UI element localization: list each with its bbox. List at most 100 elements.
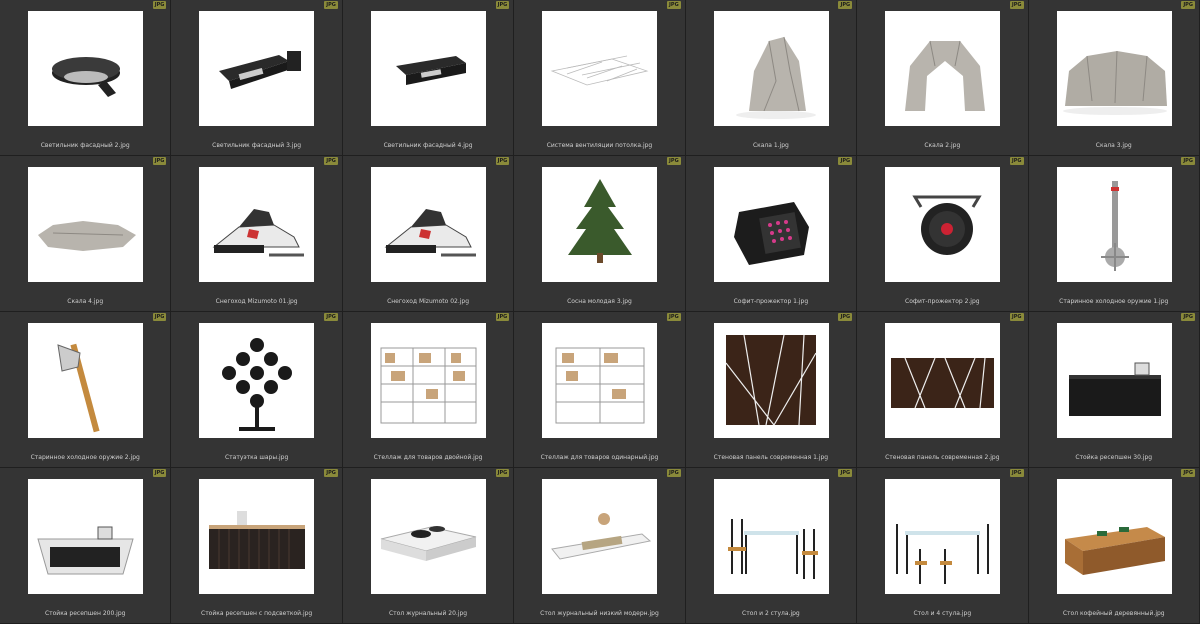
file-thumbnail-15[interactable]: JPG Старинное холодное оружие 2.jpg (0, 312, 172, 468)
file-thumbnail-12[interactable]: JPG Софит-прожектор 1.jpg (685, 156, 858, 312)
wall-lamp-round-icon (28, 11, 143, 126)
file-name: Снегоход Mizumoto 01.jpg (215, 298, 298, 305)
par-light-icon (885, 167, 1001, 282)
snowmobile-icon (199, 167, 315, 282)
file-thumbnail-27[interactable]: JPG Стол и 4 стула.jpg (857, 468, 1029, 624)
file-type-badge: JPG (838, 469, 853, 477)
file-type-badge: JPG (838, 157, 853, 165)
coffee-table-low-icon (542, 479, 658, 594)
file-thumbnail-6[interactable]: JPG Скала 2.jpg (857, 0, 1029, 156)
file-name: Стол кофейный деревянный.jpg (1062, 610, 1165, 617)
file-type-badge: JPG (1009, 313, 1024, 321)
file-name: Стол и 4 стула.jpg (913, 610, 972, 617)
file-type-badge: JPG (1009, 469, 1024, 477)
file-thumbnail-14[interactable]: JPG Старинное холодное оружие 1.jpg (1028, 156, 1200, 312)
file-thumbnail-21[interactable]: JPG Стойка ресепшен 30.jpg (1028, 312, 1200, 468)
file-type-badge: JPG (152, 469, 167, 477)
led-projector-icon (713, 167, 829, 282)
file-thumbnail-11[interactable]: JPG Сосна молодая 3.jpg (514, 156, 686, 312)
file-name: Стойка ресепшен 30.jpg (1075, 454, 1153, 461)
file-thumbnail-3[interactable]: JPG Светильник фасадный 4.jpg (342, 0, 515, 156)
file-type-badge: JPG (838, 1, 853, 9)
file-name: Стол журнальный низкий модерн.jpg (540, 610, 659, 617)
file-type-badge: JPG (1009, 157, 1024, 165)
file-name: Стеновая панель современная 1.jpg (713, 454, 829, 461)
file-type-badge: JPG (495, 313, 510, 321)
reception-desk-lit-icon (199, 479, 315, 594)
mace-icon (1056, 167, 1172, 282)
file-thumbnail-7[interactable]: JPG Скала 3.jpg (1028, 0, 1200, 156)
file-thumbnail-4[interactable]: JPG Система вентиляции потолка.jpg (514, 0, 686, 156)
file-name: Светильник фасадный 3.jpg (212, 142, 302, 149)
file-name: Стол и 2 стула.jpg (742, 610, 800, 617)
file-type-badge: JPG (667, 157, 681, 165)
shelf-single-icon (542, 323, 658, 438)
file-name: Сосна молодая 3.jpg (567, 298, 632, 305)
file-thumbnail-1[interactable]: JPG Светильник фасадный 2.jpg (0, 0, 172, 156)
file-type-badge: JPG (667, 469, 681, 477)
file-thumbnail-19[interactable]: JPG Стеновая панель современная 1.jpg (685, 312, 858, 468)
file-type-badge: JPG (667, 313, 681, 321)
shelf-double-icon (370, 323, 486, 438)
snowmobile-icon (370, 167, 486, 282)
wall-panel-square-icon (713, 323, 829, 438)
table-2-chairs-icon (713, 479, 829, 594)
file-thumbnail-9[interactable]: JPG Снегоход Mizumoto 01.jpg (171, 156, 343, 312)
file-name: Скала 2.jpg (924, 142, 961, 149)
file-name: Скала 4.jpg (67, 298, 104, 305)
reception-desk-white-icon (28, 479, 143, 594)
file-type-badge: JPG (1181, 313, 1195, 321)
file-thumbnail-23[interactable]: JPG Стойка ресепшен с подсветкой.jpg (171, 468, 343, 624)
rock-wide-icon (1056, 11, 1172, 126)
file-name: Светильник фасадный 2.jpg (40, 142, 130, 149)
file-type-badge: JPG (152, 1, 167, 9)
file-type-badge: JPG (1181, 1, 1195, 9)
file-thumbnail-20[interactable]: JPG Стеновая панель современная 2.jpg (857, 312, 1029, 468)
file-thumbnail-10[interactable]: JPG Снегоход Mizumoto 02.jpg (342, 156, 515, 312)
file-type-badge: JPG (152, 313, 167, 321)
file-thumbnail-24[interactable]: JPG Стол журнальный 20.jpg (342, 468, 515, 624)
wooden-coffee-table-icon (1056, 479, 1172, 594)
file-name: Стеллаж для товаров одинарный.jpg (540, 454, 659, 461)
file-thumbnail-22[interactable]: JPG Стойка ресепшен 200.jpg (0, 468, 172, 624)
file-thumbnail-8[interactable]: JPG Скала 4.jpg (0, 156, 172, 312)
file-thumbnail-25[interactable]: JPG Стол журнальный низкий модерн.jpg (514, 468, 686, 624)
reception-desk-black-icon (1056, 323, 1172, 438)
file-type-badge: JPG (324, 157, 338, 165)
file-thumbnail-5[interactable]: JPG Скала 1.jpg (685, 0, 858, 156)
file-name: Стеллаж для товаров двойной.jpg (373, 454, 483, 461)
rock-icon (713, 11, 829, 126)
rock-flat-icon (28, 167, 143, 282)
wall-lamp-box-icon (370, 11, 486, 126)
file-name: Стеновая панель современная 2.jpg (885, 454, 1000, 461)
file-name: Софит-прожектор 2.jpg (905, 298, 980, 305)
file-type-badge: JPG (1009, 1, 1024, 9)
coffee-table-white-icon (370, 479, 486, 594)
wall-panel-wide-icon (885, 323, 1001, 438)
file-thumbnail-17[interactable]: JPG Стеллаж для товаров двойной.jpg (342, 312, 515, 468)
wall-lamp-flood-icon (199, 11, 315, 126)
file-name: Скала 1.jpg (752, 142, 789, 149)
file-thumbnail-18[interactable]: JPG Стеллаж для товаров одинарный.jpg (514, 312, 686, 468)
file-name: Статуэтка шары.jpg (224, 454, 289, 461)
file-type-badge: JPG (324, 313, 338, 321)
pine-tree-icon (542, 167, 658, 282)
file-type-badge: JPG (1181, 469, 1195, 477)
file-thumbnail-13[interactable]: JPG Софит-прожектор 2.jpg (857, 156, 1029, 312)
file-name: Старинное холодное оружие 1.jpg (1059, 298, 1169, 305)
file-type-badge: JPG (495, 157, 510, 165)
file-name: Стойка ресепшен 200.jpg (44, 610, 126, 617)
file-type-badge: JPG (324, 469, 338, 477)
file-name: Скала 3.jpg (1095, 142, 1132, 149)
file-thumbnail-16[interactable]: JPG Статуэтка шары.jpg (171, 312, 343, 468)
file-thumbnail-26[interactable]: JPG Стол и 2 стула.jpg (685, 468, 858, 624)
ceiling-grid-icon (542, 11, 658, 126)
file-name: Стол журнальный 20.jpg (388, 610, 468, 617)
ball-sculpture-icon (199, 323, 315, 438)
file-thumbnail-28[interactable]: JPG Стол кофейный деревянный.jpg (1028, 468, 1200, 624)
file-type-badge: JPG (667, 1, 681, 9)
file-type-badge: JPG (152, 157, 167, 165)
file-type-badge: JPG (495, 469, 510, 477)
file-thumbnail-2[interactable]: JPG Светильник фасадный 3.jpg (171, 0, 343, 156)
file-type-badge: JPG (838, 313, 853, 321)
